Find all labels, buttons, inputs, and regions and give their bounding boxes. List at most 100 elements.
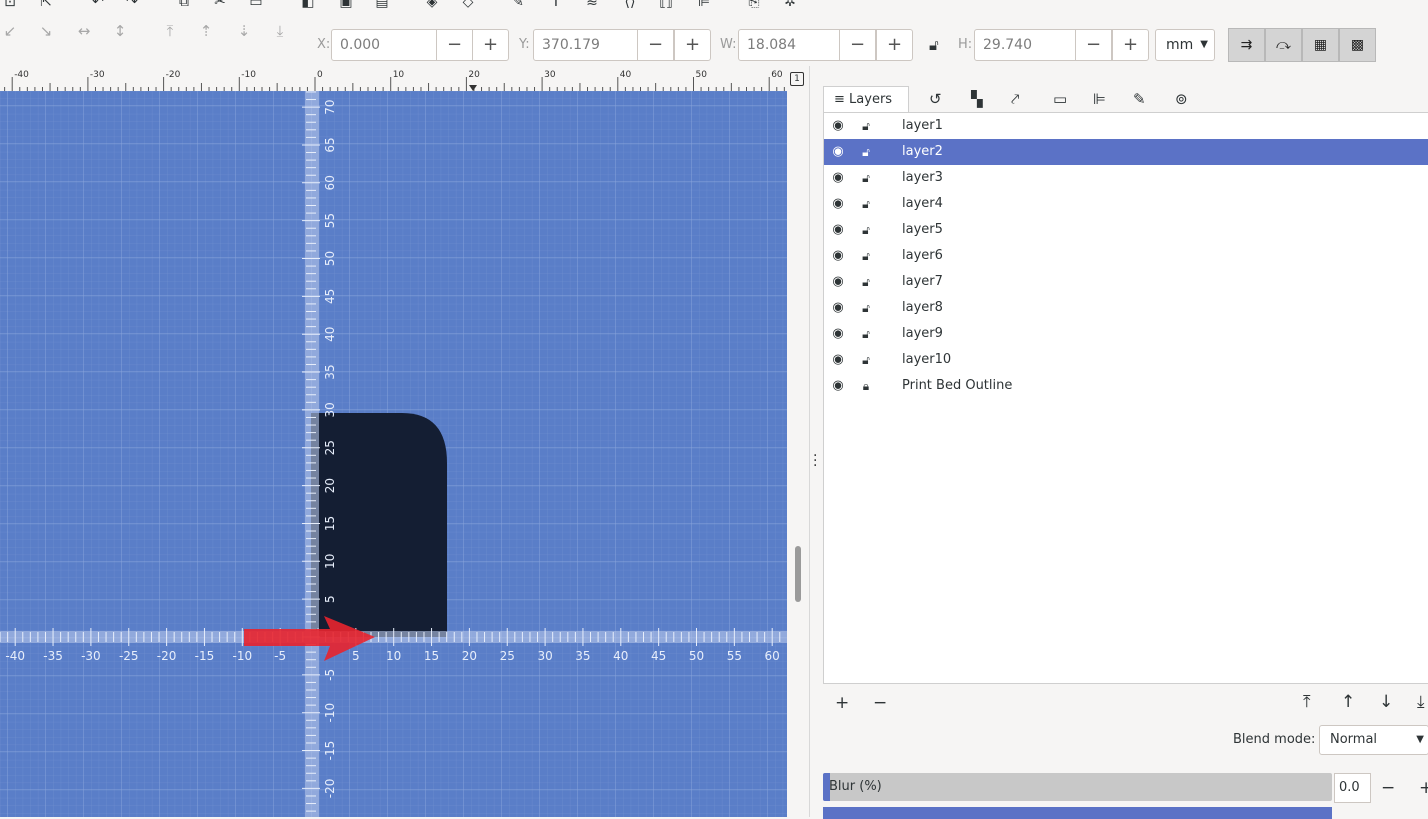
unlocked-icon[interactable]: 🔓︎ (858, 295, 874, 321)
blur-increment-button[interactable]: + (1419, 778, 1428, 798)
w-increment-button[interactable]: + (876, 29, 913, 61)
tab-fill-stroke[interactable]: ✎ (1133, 86, 1146, 112)
redo-icon[interactable]: ↷ (124, 0, 140, 10)
rotate-cw-icon[interactable]: ↘ (38, 23, 54, 39)
visibility-eye-icon[interactable]: ◉ (830, 347, 846, 373)
xml-editor-icon[interactable]: ⟨⟩ (622, 0, 638, 10)
unlocked-icon[interactable]: 🔓︎ (858, 165, 874, 191)
y-increment-button[interactable]: + (674, 29, 711, 61)
move-up-icon[interactable]: ↑ (1341, 692, 1355, 712)
x-increment-button[interactable]: + (472, 29, 509, 61)
x-input[interactable]: 0.000 (331, 29, 437, 61)
rotate-ccw-icon[interactable]: ↙ (2, 23, 18, 39)
tab-export[interactable]: ▭ (1053, 86, 1067, 112)
undo-icon[interactable]: ↶ (90, 0, 106, 10)
visibility-eye-icon[interactable]: ◉ (830, 295, 846, 321)
h-input[interactable]: 29.740 (974, 29, 1077, 61)
tab-path-effects[interactable]: ⤤ (1011, 86, 1019, 112)
new-document-icon[interactable]: ⊡ (2, 0, 18, 10)
vertical-ruler[interactable]: 1 (787, 66, 809, 817)
document-properties-icon[interactable]: ⎘ (746, 0, 762, 10)
move-down-icon[interactable]: ↓ (1379, 692, 1393, 712)
scale-stroke-toggle[interactable]: ⇉ (1228, 28, 1265, 62)
visibility-eye-icon[interactable]: ◉ (830, 139, 846, 165)
y-decrement-button[interactable]: − (637, 29, 674, 61)
ungroup-icon[interactable]: ◇ (460, 0, 476, 10)
unlocked-icon[interactable]: 🔓︎ (858, 139, 874, 165)
add-layer-button[interactable]: + (835, 693, 849, 713)
visibility-eye-icon[interactable]: ◉ (830, 217, 846, 243)
layers-menu-icon[interactable]: ≋ (584, 0, 600, 10)
w-decrement-button[interactable]: − (839, 29, 876, 61)
layer-row[interactable]: ◉ 🔓︎ layer7 (824, 269, 1428, 295)
clone-icon[interactable]: ▣ (338, 0, 354, 10)
unlocked-icon[interactable]: 🔓︎ (858, 243, 874, 269)
visibility-eye-icon[interactable]: ◉ (830, 243, 846, 269)
text-icon[interactable]: Ⅰ (548, 0, 564, 10)
move-gradients-toggle[interactable]: ▦ (1302, 28, 1339, 62)
visibility-eye-icon[interactable]: ◉ (830, 165, 846, 191)
opacity-slider[interactable] (823, 807, 1332, 819)
locked-icon[interactable]: 🔒︎ (858, 373, 874, 399)
y-input[interactable]: 370.179 (533, 29, 639, 61)
tab-layers[interactable]: ≡ Layers ✕ (823, 86, 909, 133)
layer-row[interactable]: ◉ 🔓︎ layer3 (824, 165, 1428, 191)
visibility-eye-icon[interactable]: ◉ (830, 269, 846, 295)
copy-icon[interactable]: ⧉ (176, 0, 192, 10)
tab-align[interactable]: ⊫ (1093, 86, 1106, 112)
visibility-eye-icon[interactable]: ◉ (830, 191, 846, 217)
objects-icon[interactable]: ⟦⟧ (658, 0, 674, 10)
visibility-eye-icon[interactable]: ◉ (830, 321, 846, 347)
w-input[interactable]: 18.084 (738, 29, 841, 61)
tab-symbols[interactable]: ⊚ (1175, 86, 1188, 112)
lock-proportions-icon[interactable]: 🔓︎ (929, 36, 939, 54)
horizontal-ruler[interactable]: -40 -30 -20 -10 0 10 20 30 40 50 60 (0, 66, 787, 92)
unlocked-icon[interactable]: 🔓︎ (858, 321, 874, 347)
move-to-bottom-icon[interactable]: ⤓ (1417, 692, 1425, 712)
duplicate-icon[interactable]: ◧ (300, 0, 316, 10)
blend-mode-dropdown[interactable]: Normal ▼ (1319, 725, 1428, 755)
group-icon[interactable]: ◈ (424, 0, 440, 10)
drawing-canvas[interactable]: -40 -35 -30 -25 -20 -15 -10 -5 5 10 15 20 25 30 35 40 45… (0, 91, 787, 817)
lower-to-bottom-icon[interactable]: ⤓ (272, 23, 288, 39)
layer-row[interactable]: ◉ 🔓︎ layer5 (824, 217, 1428, 243)
layer-row[interactable]: ◉ 🔓︎ layer1 (824, 113, 1428, 139)
paste-icon[interactable]: ▭ (248, 0, 264, 10)
layer-row[interactable]: ◉ 🔓︎ layer6 (824, 243, 1428, 269)
unlocked-icon[interactable]: 🔓︎ (858, 217, 874, 243)
x-decrement-button[interactable]: − (436, 29, 473, 61)
tab-swatches[interactable]: ▚ (971, 86, 983, 112)
flip-horizontal-icon[interactable]: ↔ (76, 23, 92, 39)
h-increment-button[interactable]: + (1112, 29, 1149, 61)
cut-icon[interactable]: ✂ (212, 0, 228, 10)
raise-icon[interactable]: ⇡ (198, 23, 214, 39)
unlink-clone-icon[interactable]: ▤ (374, 0, 390, 10)
unlocked-icon[interactable]: 🔓︎ (858, 113, 874, 139)
drag-handle-icon[interactable]: · · · (813, 449, 817, 473)
unlocked-icon[interactable]: 🔓︎ (858, 191, 874, 217)
tab-undo-history[interactable]: ↺ (929, 86, 942, 112)
visibility-eye-icon[interactable]: ◉ (830, 113, 846, 139)
layer-row[interactable]: ◉ 🔒︎ Print Bed Outline (824, 373, 1428, 399)
unit-dropdown[interactable]: mm ▼ (1155, 29, 1215, 61)
layer-row[interactable]: ◉ 🔓︎ layer2 (824, 139, 1428, 165)
export-icon[interactable]: ⇱ (38, 0, 54, 10)
ruler-toggle-icon[interactable]: 1 (790, 72, 804, 86)
blur-slider[interactable]: Blur (%) (823, 773, 1332, 801)
layer-row[interactable]: ◉ 🔓︎ layer8 (824, 295, 1428, 321)
vertical-scrollbar[interactable] (795, 546, 801, 602)
visibility-eye-icon[interactable]: ◉ (830, 373, 846, 399)
raise-to-top-icon[interactable]: ⤒ (162, 23, 178, 39)
unlocked-icon[interactable]: 🔓︎ (858, 347, 874, 373)
flip-vertical-icon[interactable]: ↕ (112, 23, 128, 39)
move-to-top-icon[interactable]: ⤒ (1303, 692, 1311, 712)
blur-value-input[interactable]: 0.0 (1334, 773, 1371, 803)
move-patterns-toggle[interactable]: ▩ (1339, 28, 1376, 62)
fill-stroke-icon[interactable]: ✎ (510, 0, 526, 10)
preferences-icon[interactable]: ✲ (782, 0, 798, 10)
h-decrement-button[interactable]: − (1075, 29, 1112, 61)
layer-row[interactable]: ◉ 🔓︎ layer4 (824, 191, 1428, 217)
align-icon[interactable]: ⊫ (696, 0, 712, 10)
lower-icon[interactable]: ⇣ (236, 23, 252, 39)
layer-row[interactable]: ◉ 🔓︎ layer10 (824, 347, 1428, 373)
